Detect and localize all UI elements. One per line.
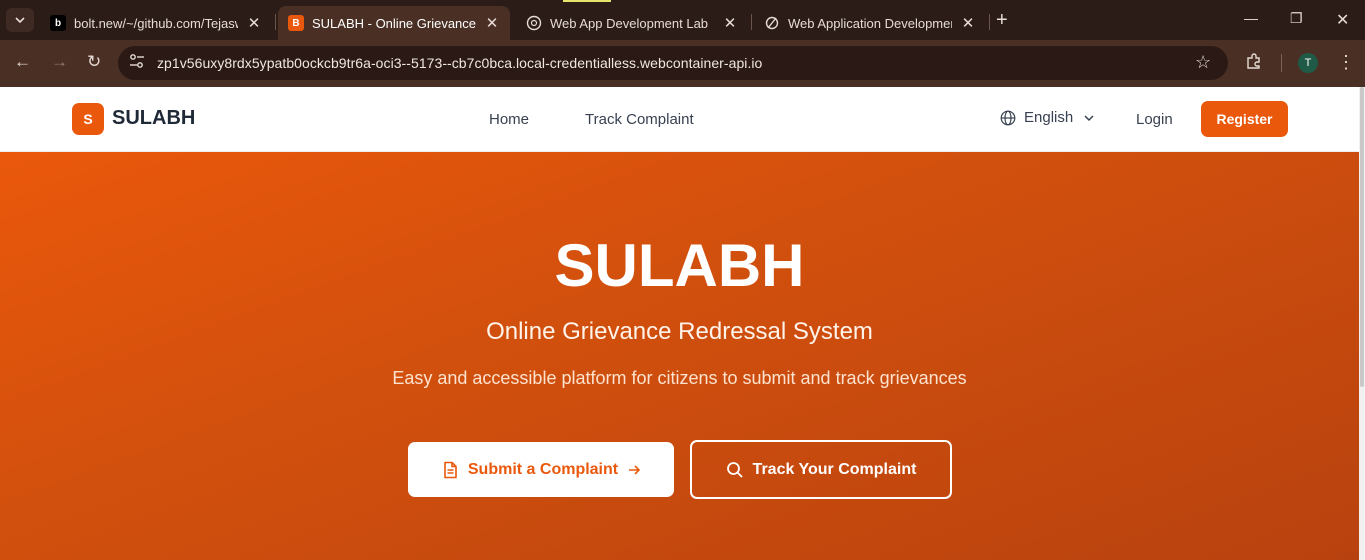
tab-web-app-dev[interactable]: Web Application Development ✕ <box>754 6 986 40</box>
new-tab-button[interactable]: + <box>996 9 1008 32</box>
tab-web-app-lab[interactable]: Web App Development Lab ✕ <box>516 6 748 40</box>
document-icon <box>444 461 457 478</box>
bolt-icon: b <box>50 15 66 31</box>
profile-avatar[interactable]: T <box>1298 53 1318 73</box>
perplexity-icon <box>764 15 780 31</box>
tab-title: Web App Development Lab <box>550 15 709 31</box>
nav-track-complaint[interactable]: Track Complaint <box>585 111 694 128</box>
url-text[interactable]: zp1v56uxy8rdx5ypatb0ockcb9tr6a-oci3--517… <box>157 55 762 71</box>
hero-description: Easy and accessible platform for citizen… <box>392 368 967 388</box>
arrow-right-icon <box>629 464 641 475</box>
language-selector[interactable]: English <box>1000 109 1095 126</box>
restore-icon[interactable]: ❐ <box>1290 10 1303 27</box>
close-icon[interactable]: ✕ <box>246 14 262 32</box>
chevron-down-icon <box>15 17 25 24</box>
tab-search-button[interactable] <box>6 8 34 32</box>
submit-complaint-label: Submit a Complaint <box>467 460 619 478</box>
nav-home[interactable]: Home <box>489 111 529 128</box>
brand-name[interactable]: SULABH <box>112 107 195 130</box>
toolbar-separator <box>1281 54 1282 72</box>
site-header: S SULABH Home Track Complaint English Lo… <box>0 87 1359 152</box>
close-icon[interactable]: ✕ <box>484 14 500 32</box>
tab-sulabh[interactable]: B SULABH - Online Grievance Red ✕ <box>278 6 510 40</box>
tab-bolt[interactable]: b bolt.new/~/github.com/Tejaswi ✕ <box>40 6 272 40</box>
track-complaint-label: Track Your Complaint <box>752 460 917 478</box>
login-link[interactable]: Login <box>1136 111 1173 128</box>
submit-complaint-button[interactable]: Submit a Complaint <box>408 442 674 497</box>
close-icon[interactable]: ✕ <box>722 14 738 32</box>
track-complaint-button[interactable]: Track Your Complaint <box>690 440 952 499</box>
globe-icon <box>1000 110 1016 125</box>
hero-subtitle: Online Grievance Redressal System <box>486 318 873 345</box>
minimize-icon[interactable]: — <box>1244 10 1258 26</box>
sulabh-icon: B <box>288 15 304 31</box>
site-settings-icon[interactable] <box>128 53 148 73</box>
openai-icon <box>526 15 542 31</box>
window-close-icon[interactable]: ✕ <box>1336 10 1349 30</box>
forward-arrow-icon[interactable]: → <box>51 52 68 72</box>
tab-title: SULABH - Online Grievance Red <box>312 15 476 31</box>
tab-separator <box>751 14 752 30</box>
tab-loading-indicator <box>563 0 611 2</box>
hero-title: SULABH <box>554 232 805 299</box>
reload-icon[interactable]: ↻ <box>87 52 101 72</box>
page-scrollbar[interactable] <box>1359 87 1365 560</box>
tab-title: Web Application Development <box>788 15 952 31</box>
tab-title: bolt.new/~/github.com/Tejaswi <box>74 15 238 31</box>
search-icon <box>726 461 743 478</box>
back-arrow-icon[interactable]: ← <box>14 52 31 72</box>
hero-section: SULABH Online Grievance Redressal System… <box>0 152 1359 560</box>
extensions-icon[interactable] <box>1245 52 1263 75</box>
tab-separator <box>989 14 990 30</box>
chevron-down-icon <box>1084 114 1094 121</box>
logo-icon[interactable]: S <box>72 103 104 135</box>
register-button[interactable]: Register <box>1201 101 1288 137</box>
tab-separator <box>275 14 276 30</box>
bookmark-star-icon[interactable]: ☆ <box>1195 52 1211 73</box>
scrollbar-thumb[interactable] <box>1360 87 1364 387</box>
more-menu-icon[interactable]: ⋮ <box>1337 52 1355 73</box>
close-icon[interactable]: ✕ <box>960 14 976 32</box>
language-label: English <box>1024 109 1074 126</box>
